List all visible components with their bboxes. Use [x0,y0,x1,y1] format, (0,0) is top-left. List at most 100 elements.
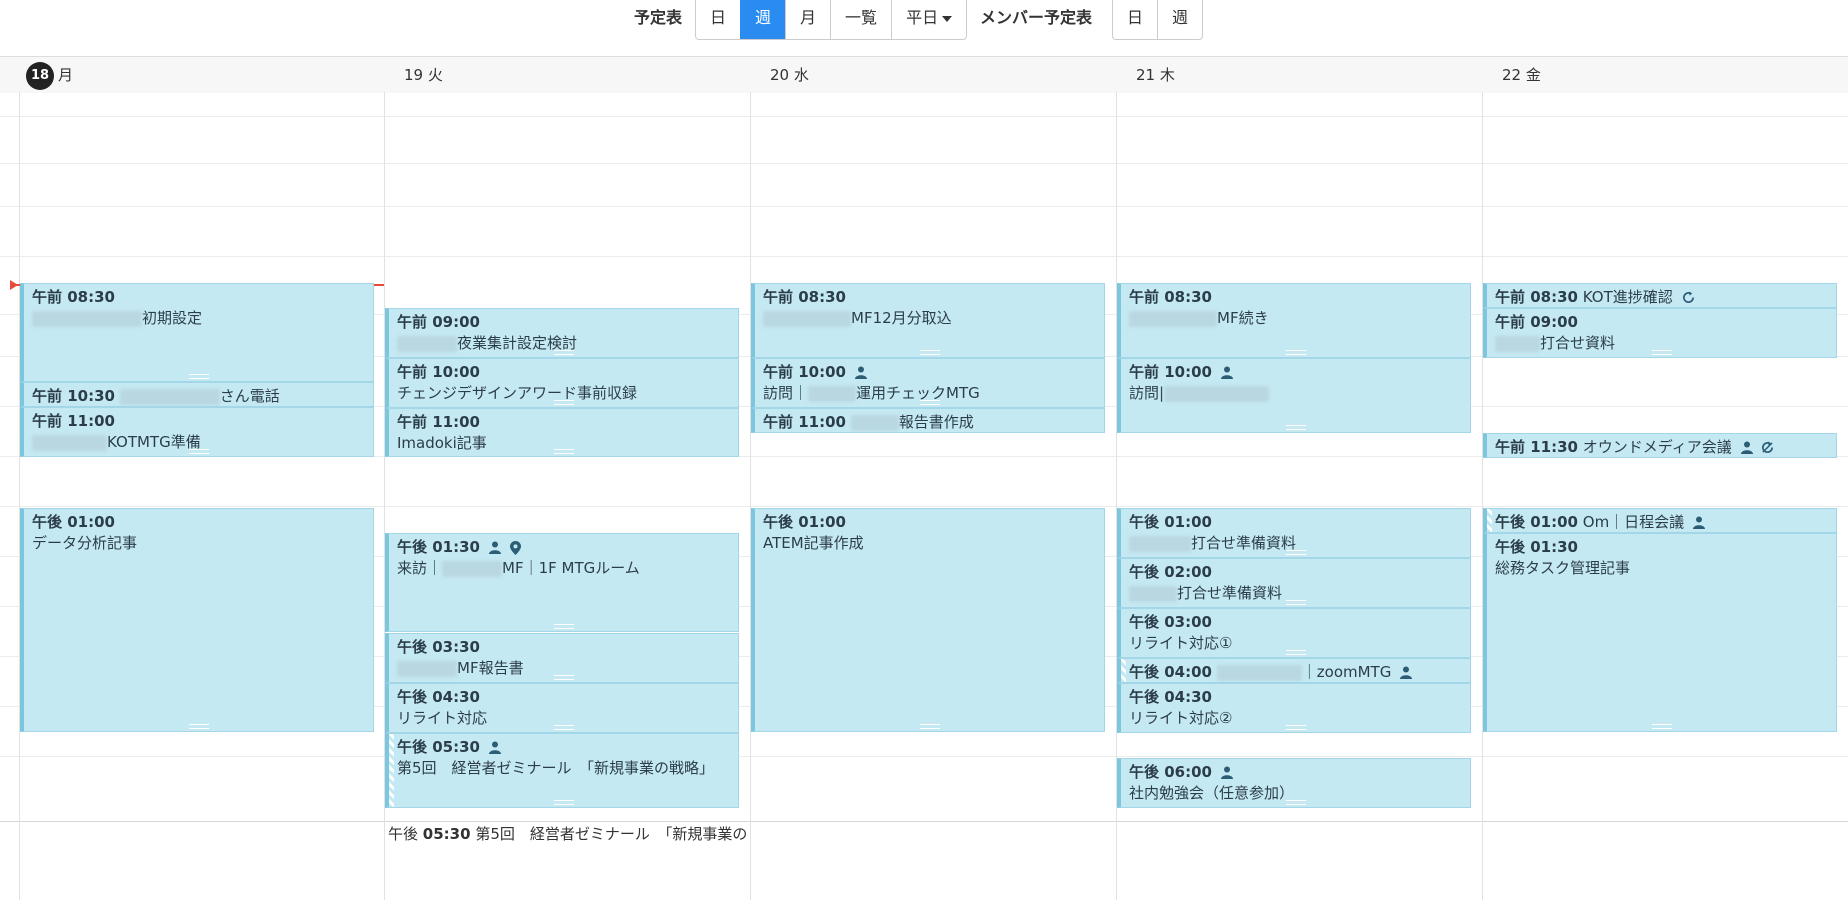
event-thu-0830[interactable]: 午前 08:30 MF続き [1117,283,1471,358]
resize-handle[interactable] [919,724,940,729]
bottom-event-tue[interactable]: 午後 05:30 第5回 経営者ゼミナール 「新規事業の [388,823,748,844]
resize-handle[interactable] [1285,550,1306,555]
resize-handle[interactable] [1285,800,1306,805]
redacted-text [32,310,142,327]
event-title-a: 来訪｜ [397,559,443,577]
event-time: 午後 01:00 [32,513,115,531]
event-mon-1300[interactable]: 午後 01:00 データ分析記事 [20,508,374,732]
event-time: 午後 03:00 [1129,613,1212,631]
resize-handle[interactable] [553,624,574,629]
resize-handle[interactable] [188,374,209,379]
event-mon-0830[interactable]: 午前 08:30 初期設定 [20,283,374,382]
event-thu-1400[interactable]: 午後 02:00 打合せ準備資料 [1117,558,1471,608]
event-tue-0900[interactable]: 午前 09:00 夜業集計設定検討 [385,308,739,358]
event-fri-0900[interactable]: 午前 09:00 打合せ資料 [1483,308,1837,358]
event-title: 打合せ準備資料 [1177,584,1283,602]
event-thu-1600[interactable]: 午後 04:00 ｜zoomMTG [1117,658,1471,683]
event-thu-1630[interactable]: 午後 04:30 リライト対応② [1117,683,1471,733]
event-title-b: 運用チェックMTG [856,384,980,402]
event-time: 午後 06:00 [1129,763,1212,781]
event-tue-1100[interactable]: 午前 11:00 Imadoki記事 [385,408,739,457]
caret-down-icon [942,15,953,22]
member-week-button[interactable]: 週 [1157,0,1202,39]
day-header-tue[interactable]: 19 火 [384,56,750,93]
resize-handle[interactable] [1285,425,1306,430]
column-line [1482,92,1483,900]
resize-handle[interactable] [553,400,574,405]
redacted-text [32,434,107,451]
event-tue-1530[interactable]: 午後 03:30 MF報告書 [385,633,739,683]
resize-handle[interactable] [553,350,574,355]
view-day-button[interactable]: 日 [696,0,740,39]
column-line [750,92,751,900]
day-header-wed[interactable]: 20 水 [750,56,1116,93]
resize-handle[interactable] [553,725,574,730]
resize-handle[interactable] [1285,650,1306,655]
bottom-event-title: 第5回 経営者ゼミナール 「新規事業の [475,825,748,843]
view-weekday-dropdown[interactable]: 平日 [891,0,966,39]
event-title: ATEM記事作成 [763,534,864,552]
view-week-button[interactable]: 週 [740,0,786,39]
day-header-fri[interactable]: 22 金 [1482,56,1848,93]
day-header-mon[interactable]: 18 月 [0,56,384,93]
event-thu-1300[interactable]: 午後 01:00 打合せ準備資料 [1117,508,1471,558]
event-title: オウンドメディア会議 [1582,438,1732,456]
person-icon [855,366,868,379]
resize-handle[interactable] [1651,724,1672,729]
event-time: 午後 01:00 [763,513,846,531]
event-time: 午後 01:30 [1495,538,1578,556]
member-schedule-label: メンバー予定表 [980,8,1093,27]
event-time: 午前 08:30 [32,288,115,306]
event-time: 午後 01:30 [397,538,480,556]
event-mon-1030[interactable]: 午前 10:30 さん電話 [20,382,374,407]
resize-handle[interactable] [1285,725,1306,730]
view-list-button[interactable]: 一覧 [830,0,891,39]
event-wed-1300[interactable]: 午後 01:00 ATEM記事作成 [751,508,1105,732]
event-time: 午前 08:30 [1495,288,1578,306]
event-fri-1330[interactable]: 午後 01:30 総務タスク管理記事 [1483,533,1837,732]
resize-handle[interactable] [553,449,574,454]
tentative-stripe [389,734,394,807]
event-wed-1000[interactable]: 午前 10:00 訪問｜ 運用チェックMTG [751,358,1105,408]
view-month-button[interactable]: 月 [785,0,830,39]
event-tue-1730[interactable]: 午後 05:30 第5回 経営者ゼミナール 「新規事業の戦略」 [385,733,739,808]
event-wed-1100[interactable]: 午前 11:00 報告書作成 [751,408,1105,433]
resize-handle[interactable] [553,800,574,805]
resize-handle[interactable] [188,724,209,729]
event-tue-1000[interactable]: 午前 10:00 チェンジデザインアワード事前収録 [385,358,739,408]
event-time: 午前 10:00 [763,363,846,381]
grid-line [0,506,1848,507]
event-tue-1630[interactable]: 午後 04:30 リライト対応 [385,683,739,733]
resize-handle[interactable] [919,400,940,405]
resize-handle[interactable] [1285,600,1306,605]
event-title: KOT進捗確認 [1582,288,1673,306]
grid-line [0,756,1848,757]
event-title: 第5回 経営者ゼミナール 「新規事業の戦略」 [397,759,715,777]
event-thu-1000[interactable]: 午前 10:00 訪問| [1117,358,1471,433]
event-fri-1130[interactable]: 午前 11:30 オウンドメディア会議 [1483,433,1837,458]
person-icon [1400,666,1413,679]
event-thu-1500[interactable]: 午後 03:00 リライト対応① [1117,608,1471,658]
person-icon [1692,516,1705,529]
event-fri-0830[interactable]: 午前 08:30 KOT進捗確認 [1483,283,1837,308]
resize-handle[interactable] [188,449,209,454]
resize-handle[interactable] [553,675,574,680]
day-num: 20 [770,66,790,84]
grid-line [0,256,1848,257]
redacted-text [1216,664,1302,681]
weekday-label: 平日 [906,8,939,27]
resize-handle[interactable] [919,350,940,355]
day-header-thu[interactable]: 21 木 [1116,56,1482,93]
event-mon-1100[interactable]: 午前 11:00 KOTMTG準備 [20,407,374,457]
resize-handle[interactable] [1651,350,1672,355]
event-thu-1800[interactable]: 午後 06:00 社内勉強会（任意参加） [1117,758,1471,808]
event-title: 打合せ資料 [1540,334,1616,352]
resize-handle[interactable] [1285,350,1306,355]
event-fri-1300[interactable]: 午後 01:00 Om｜日程会議 [1483,508,1837,533]
bottom-event-prefix: 午後 [388,825,419,843]
member-day-button[interactable]: 日 [1113,0,1157,39]
redacted-text [397,660,457,677]
event-wed-0830[interactable]: 午前 08:30 MF12月分取込 [751,283,1105,358]
event-tue-1330[interactable]: 午後 01:30 来訪｜ MF｜1F MTGルーム [385,533,739,632]
event-time: 午前 10:00 [1129,363,1212,381]
